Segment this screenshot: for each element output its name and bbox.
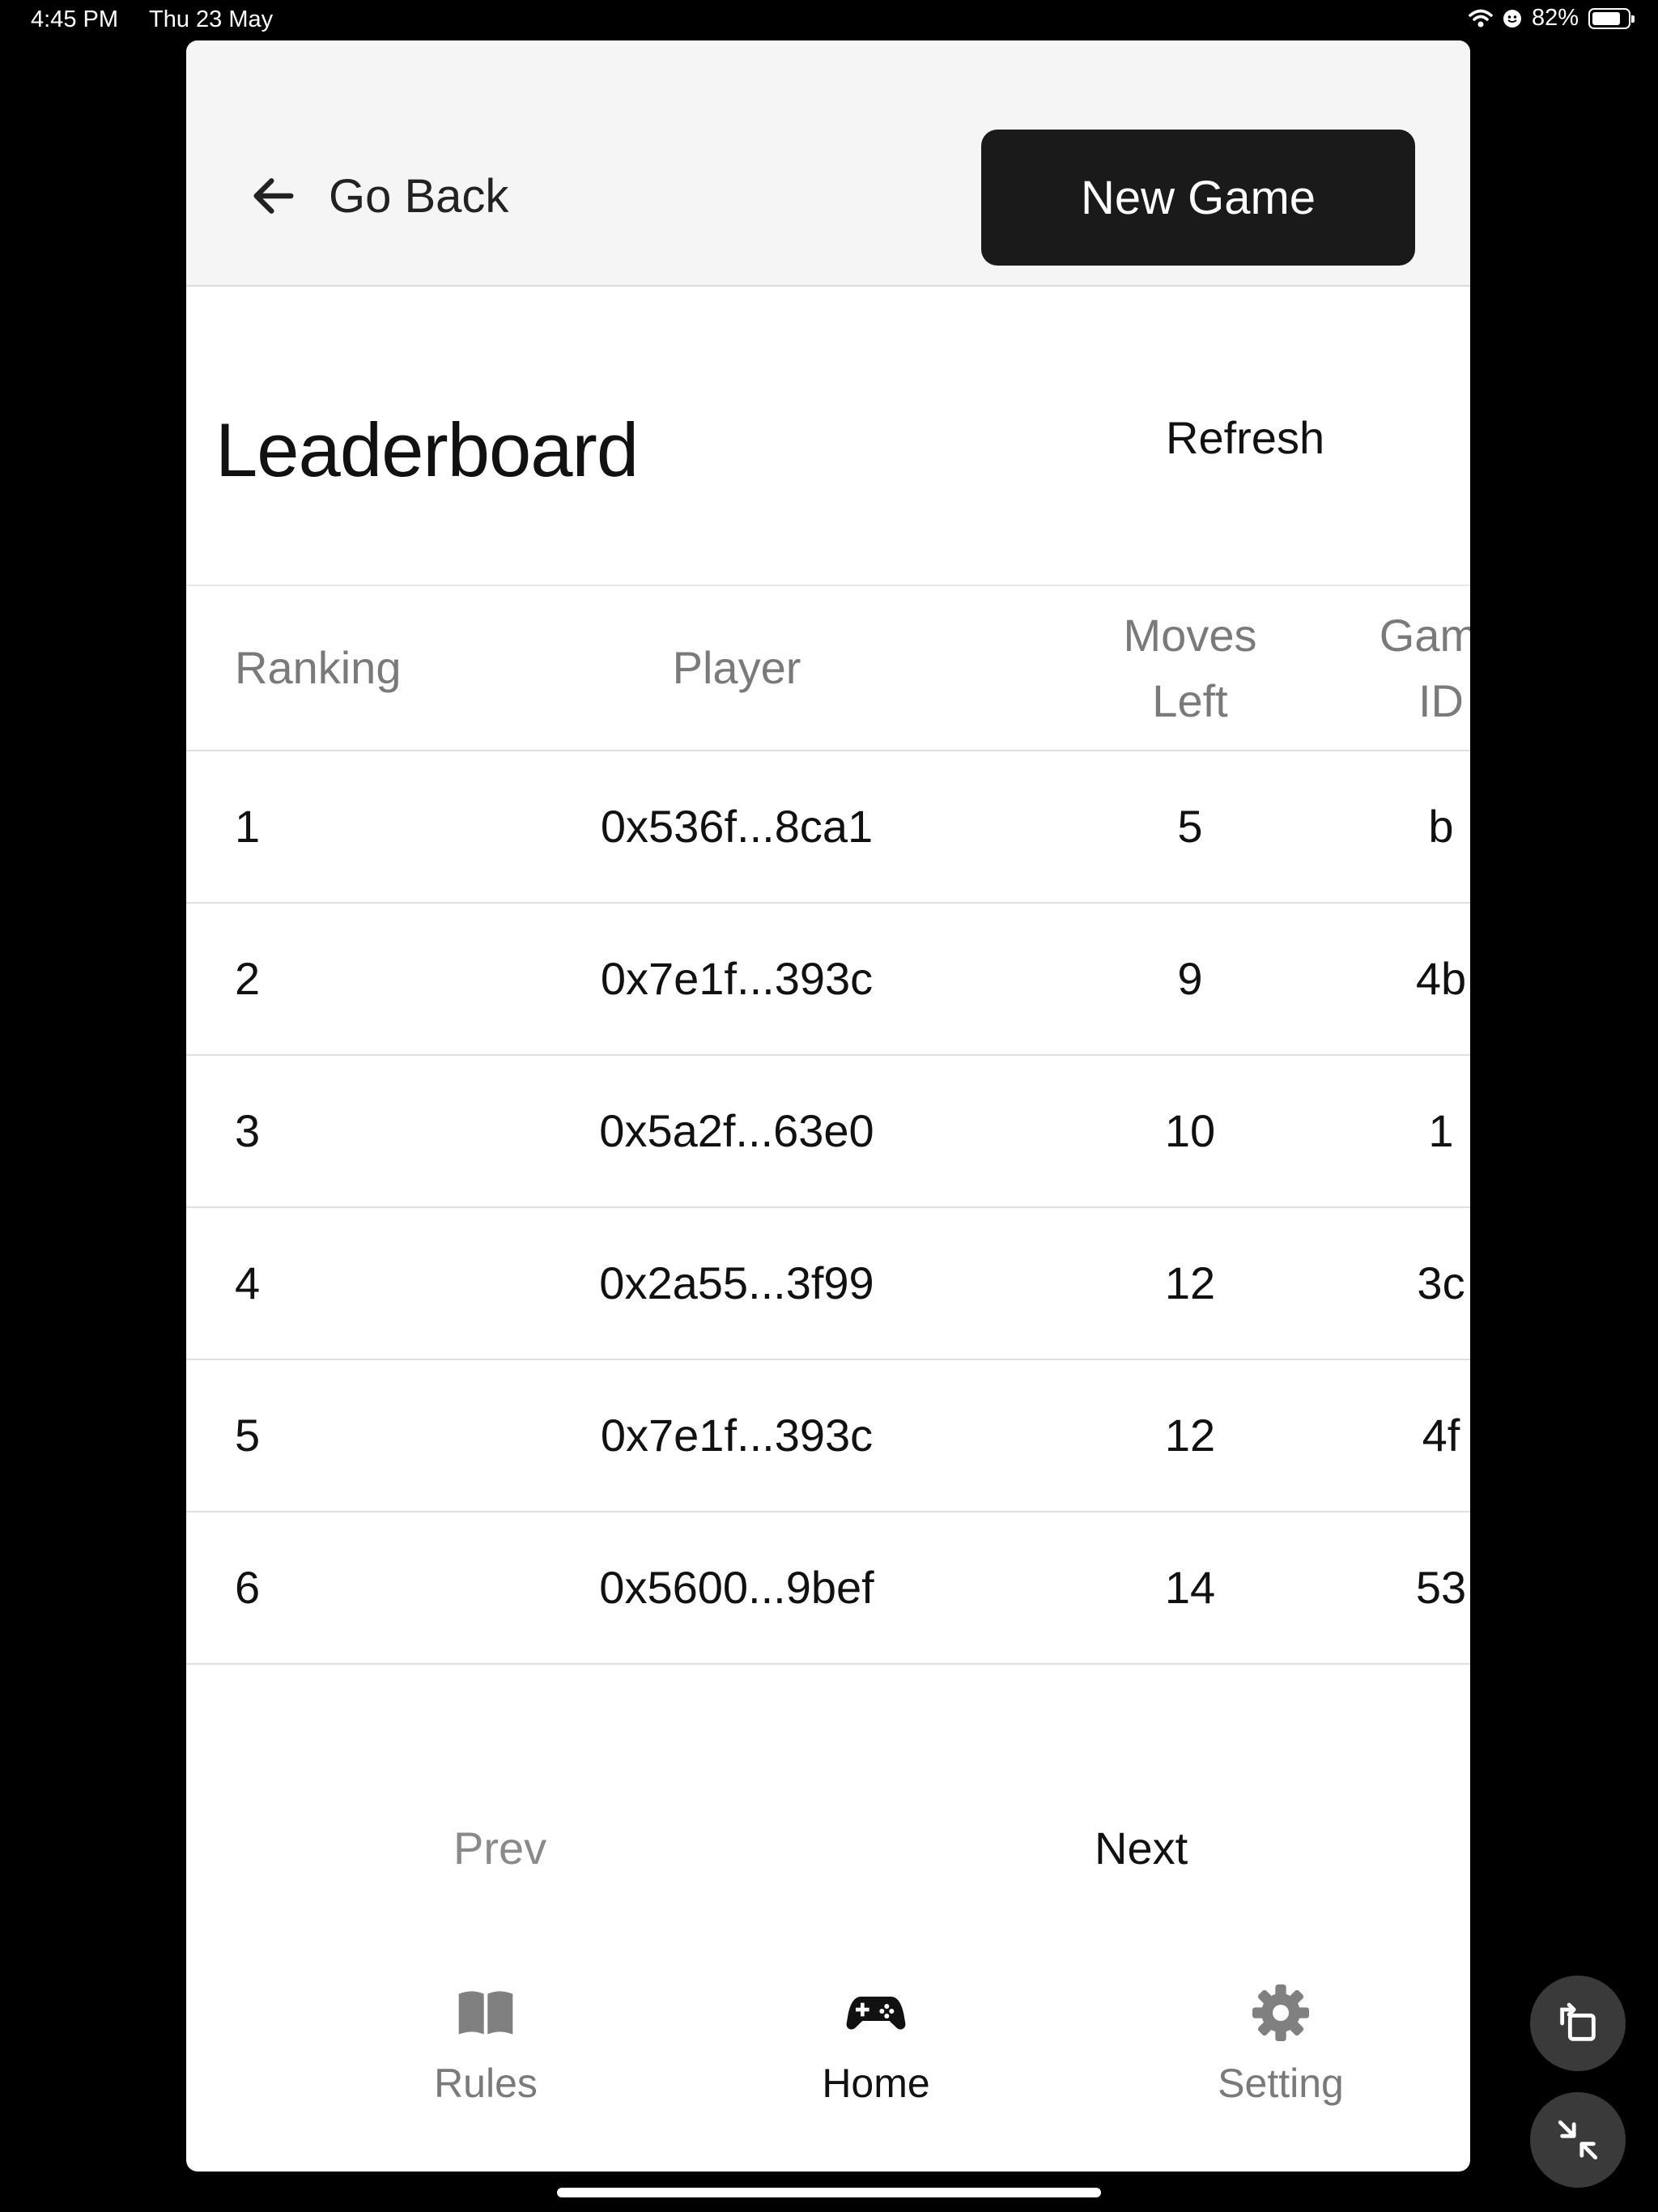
moves-cell: 12 [1164,1257,1216,1309]
next-page-button[interactable]: Next [1095,1822,1188,1874]
column-header-moves-left: Moves Left [1123,586,1257,750]
table-row[interactable]: 3 0x5a2f...63e0 10 1 [186,1056,1470,1208]
gear-icon [1252,1984,1309,2041]
bottom-tab-bar: Rules Home Setting [186,1967,1470,2162]
arrow-left-icon [253,178,294,214]
rank-cell: 3 [235,1105,261,1157]
status-bar: 4:45 PM Thu 23 May 82% [0,0,1658,40]
game-id-line2: ID [1418,675,1464,726]
game-id-cell: 3c [1417,1257,1465,1309]
moves-left-line2: Left [1152,675,1228,726]
battery-icon [1588,7,1635,29]
table-row[interactable]: 4 0x2a55...3f99 12 3c [186,1208,1470,1360]
player-cell: 0x5600...9bef [599,1562,874,1614]
tab-home[interactable]: Home [755,1967,997,2146]
home-indicator [557,2188,1101,2197]
leaderboard-table[interactable]: Ranking Player Moves Left Game ID 1 0x536f… [186,585,1470,1726]
game-id-cell: 1 [1428,1105,1454,1157]
tab-setting[interactable]: Setting [1159,1967,1402,2146]
table-row[interactable]: 5 0x7e1f...393c 12 4f [186,1360,1470,1512]
tab-rules[interactable]: Rules [364,1967,607,2146]
moves-cell: 14 [1164,1562,1216,1614]
rotate-icon [1560,2002,1596,2041]
table-row[interactable]: 6 0x5600...9bef 14 53 [186,1512,1470,1665]
refresh-button[interactable]: Refresh [1166,411,1324,464]
player-cell: 0x7e1f...393c [600,1410,874,1461]
gamepad-icon [846,1997,906,2030]
moves-cell: 9 [1177,953,1203,1005]
leaderboard-title-row: Leaderboard Refresh [186,285,1470,585]
go-back-button[interactable]: Go Back [248,131,572,261]
rank-cell: 2 [235,953,261,1005]
game-id-cell: b [1428,801,1454,853]
battery-percent: 82% [1531,5,1579,31]
table-row[interactable]: 1 0x536f...8ca1 5 b [186,751,1470,904]
game-id-cell: 53 [1415,1562,1467,1614]
column-header-ranking: Ranking [235,642,402,694]
moves-cell: 10 [1164,1105,1216,1157]
book-icon [458,1991,513,2035]
status-date: Thu 23 May [149,6,274,32]
app-window: Go Back New Game Leaderboard Refresh Ran… [186,40,1470,2172]
status-time: 4:45 PM [31,6,118,32]
rank-cell: 6 [235,1562,261,1614]
tab-home-label: Home [822,2061,930,2106]
prev-page-button[interactable]: Prev [453,1822,546,1874]
go-back-label: Go Back [329,169,509,223]
moves-cell: 5 [1177,801,1203,853]
game-id-cell: 4f [1422,1410,1460,1461]
table-header: Ranking Player Moves Left Game ID [186,585,1470,751]
rank-cell: 1 [235,801,261,853]
tab-rules-label: Rules [434,2061,538,2106]
table-row[interactable]: 2 0x7e1f...393c 9 4b [186,904,1470,1056]
player-cell: 0x2a55...3f99 [599,1257,874,1309]
moves-left-line1: Moves [1123,609,1257,661]
top-bar: Go Back New Game [186,40,1470,287]
game-id-cell: 4b [1415,953,1467,1005]
player-cell: 0x536f...8ca1 [600,801,874,853]
minimize-icon [1558,2120,1598,2160]
player-cell: 0x5a2f...63e0 [599,1105,874,1157]
column-header-player: Player [672,642,801,694]
rotate-screen-button[interactable] [1530,1976,1626,2071]
game-id-line1: Game [1379,609,1470,661]
rank-cell: 5 [235,1410,261,1461]
player-cell: 0x7e1f...393c [600,953,874,1005]
column-header-game-id: Game ID [1376,586,1470,750]
focus-icon [1503,9,1521,28]
rank-cell: 4 [235,1257,261,1309]
tab-setting-label: Setting [1218,2061,1344,2106]
minimize-button[interactable] [1530,2092,1626,2188]
status-right: 82% [1469,5,1635,32]
moves-cell: 12 [1164,1410,1216,1461]
pagination: Prev Next [186,1789,1470,1919]
wifi-icon [1469,9,1493,27]
new-game-button[interactable]: New Game [981,130,1415,266]
page-title: Leaderboard [215,407,639,492]
